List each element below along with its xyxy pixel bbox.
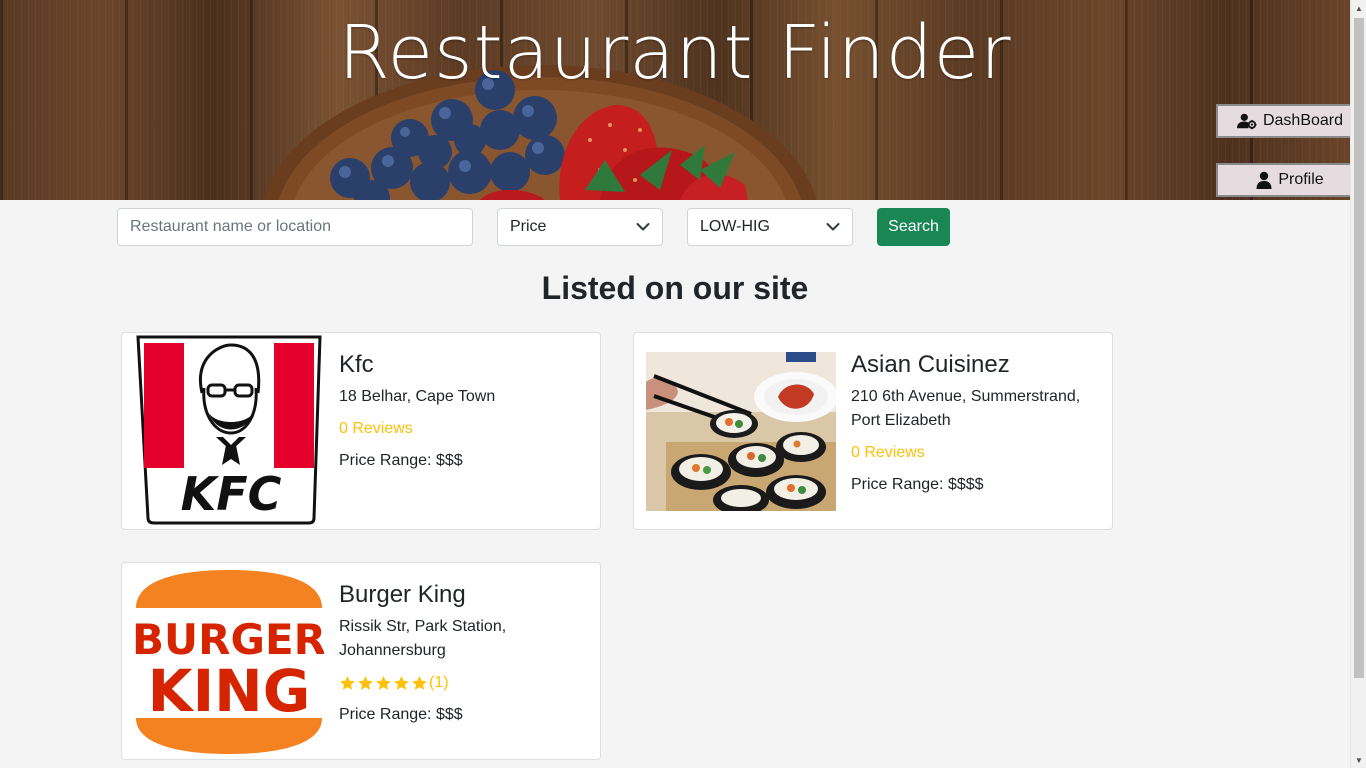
- page-scrollbar[interactable]: ▲ ▼: [1350, 0, 1366, 768]
- star-icons: [339, 675, 428, 692]
- scroll-up-icon[interactable]: ▲: [1351, 0, 1366, 16]
- sort-order-value: LOW-HIG: [700, 218, 770, 235]
- burger-king-logo: BURGER KING: [134, 568, 324, 756]
- restaurant-name[interactable]: Burger King: [339, 579, 588, 611]
- kfc-logo-text: KFC: [181, 467, 282, 521]
- hero-banner: Restaurant Finder: [0, 0, 1350, 200]
- restaurant-card[interactable]: BURGER KING Burger King Rissik Str, Park…: [121, 562, 601, 760]
- listing-heading: Listed on our site: [541, 270, 809, 306]
- price-range: Price Range: $$$$: [851, 476, 984, 493]
- dashboard-button[interactable]: DashBoard: [1216, 104, 1364, 138]
- price-range: Price Range: $$$: [339, 706, 463, 723]
- search-input[interactable]: [117, 208, 473, 246]
- bk-logo-line2: KING: [148, 657, 311, 725]
- restaurant-address: Rissik Str, Park Station, Johannersburg: [339, 618, 507, 659]
- profile-label: Profile: [1278, 171, 1324, 188]
- chevron-down-icon: [636, 223, 650, 231]
- review-text: 0 Reviews: [339, 420, 413, 437]
- restaurant-address: 210 6th Avenue, Summerstrand, Port Eliza…: [851, 388, 1081, 429]
- star-icon: [340, 675, 355, 690]
- review-text: (1): [429, 674, 449, 691]
- profile-button[interactable]: Profile: [1216, 163, 1364, 197]
- star-icon: [394, 675, 409, 690]
- restaurant-card[interactable]: Asian Cuisinez 210 6th Avenue, Summerstr…: [633, 332, 1113, 530]
- card-body: Asian Cuisinez 210 6th Avenue, Summerstr…: [851, 349, 1100, 497]
- sushi-photo: [646, 352, 836, 511]
- price-range: Price Range: $$$: [339, 452, 463, 469]
- star-icon: [412, 675, 427, 690]
- search-bar: Price LOW-HIG Search: [0, 208, 1350, 246]
- site-title: Restaurant Finder: [338, 10, 1012, 96]
- review-count: 0 Reviews: [851, 441, 1100, 465]
- star-icon: [358, 675, 373, 690]
- scroll-thumb[interactable]: [1354, 18, 1364, 678]
- user-icon: [1256, 171, 1272, 189]
- review-count: 0 Reviews: [339, 417, 588, 441]
- user-gear-icon: [1236, 113, 1257, 130]
- restaurant-address: 18 Belhar, Cape Town: [339, 388, 496, 405]
- sort-order-select[interactable]: LOW-HIG: [687, 208, 853, 246]
- dashboard-label: DashBoard: [1262, 112, 1344, 129]
- card-body: Kfc 18 Belhar, Cape Town 0 Reviews Price…: [339, 349, 588, 473]
- card-body: Burger King Rissik Str, Park Station, Jo…: [339, 579, 588, 727]
- restaurant-name[interactable]: Asian Cuisinez: [851, 349, 1100, 381]
- star-icon: [376, 675, 391, 690]
- restaurant-name[interactable]: Kfc: [339, 349, 588, 381]
- review-text: 0 Reviews: [851, 444, 925, 461]
- restaurant-card[interactable]: KFC Kfc 18 Belhar, Cape Town 0 Reviews P…: [121, 332, 601, 530]
- search-button[interactable]: Search: [877, 208, 950, 246]
- scroll-down-icon[interactable]: ▼: [1351, 752, 1366, 768]
- price-select-value: Price: [510, 218, 547, 235]
- star-rating: (1): [339, 671, 588, 695]
- chevron-down-icon: [826, 223, 840, 231]
- kfc-logo: KFC: [134, 333, 324, 525]
- price-select[interactable]: Price: [497, 208, 663, 246]
